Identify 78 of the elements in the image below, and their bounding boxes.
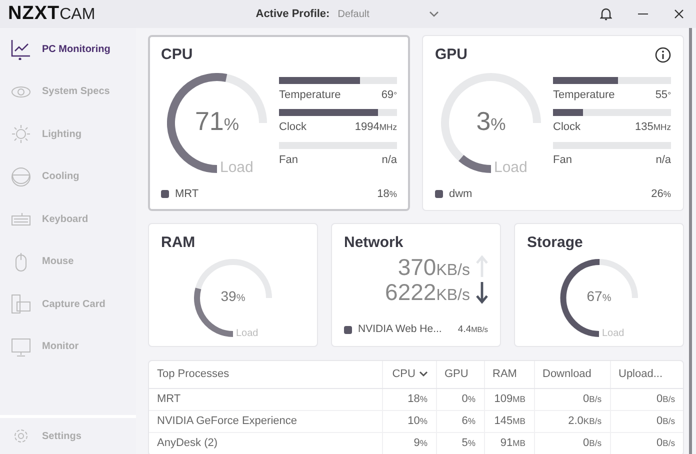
panel-card[interactable]: Storage 67% Load	[514, 223, 684, 347]
bell-icon[interactable]	[600, 7, 612, 21]
settings-icon	[13, 428, 29, 444]
metric-label: Clock	[553, 120, 581, 135]
table-cell: 0B/s	[534, 388, 610, 410]
card-title: RAM	[161, 233, 196, 253]
column-header[interactable]: Download	[534, 361, 610, 388]
table-cell: 109MB	[484, 388, 534, 410]
gauge-label: Load	[494, 159, 528, 177]
column-header[interactable]: CPU	[382, 361, 436, 388]
table-cell: 0B/s	[610, 432, 683, 454]
info-icon[interactable]	[655, 47, 671, 64]
card-title: Network	[344, 233, 404, 253]
metric-value: 135MHz	[635, 120, 671, 135]
table-cell: MRT	[149, 388, 382, 410]
logo: NZXTCAM	[8, 2, 96, 26]
close-icon[interactable]	[674, 9, 684, 19]
table-cell: AnyDesk (2)	[149, 432, 382, 454]
minimize-icon[interactable]	[638, 13, 648, 15]
column-header[interactable]: GPU	[436, 361, 484, 388]
card-title: Storage	[527, 233, 584, 253]
process-name: MRT	[175, 186, 199, 202]
gauge-value: 67%	[586, 288, 612, 306]
panel-card[interactable]: RAM 39% Load	[148, 223, 318, 347]
column-header[interactable]: Upload...	[610, 361, 683, 388]
process-value: 18%	[377, 186, 397, 202]
gauge-value: 71%	[194, 106, 240, 137]
table-cell: 0B/s	[610, 388, 683, 410]
gauge-label: Load	[220, 159, 254, 177]
process-name: NVIDIA Web He...	[358, 322, 442, 338]
column-header[interactable]: RAM	[484, 361, 534, 388]
circle-icon	[10, 166, 32, 188]
metric-value: 1994MHz	[354, 120, 397, 135]
column-header[interactable]: Top Processes	[149, 361, 382, 388]
profile-label: Active Profile:	[256, 6, 330, 22]
table-cell: 0%	[436, 388, 484, 410]
gauge-value: 3%	[475, 106, 507, 137]
table-cell: 2.0KB/s	[534, 410, 610, 432]
chart-icon	[10, 38, 32, 60]
scrollbar[interactable]	[689, 28, 692, 454]
table-cell: NVIDIA GeForce Experience	[149, 410, 382, 432]
processor-card[interactable]: CPU 71% Load Temperature 69° Clock 1994MHz Fan n/a MRT 18%	[148, 35, 410, 211]
metric-label: Fan	[279, 152, 298, 168]
metric-label: Temperature	[279, 88, 341, 102]
table-cell: 0B/s	[534, 432, 610, 454]
gauge-value: 39%	[220, 288, 246, 306]
table-cell: 9%	[382, 432, 436, 454]
processor-card[interactable]: GPU 3% Load Temperature 55° Clock 135MHz Fan n/a dwm 26%	[422, 35, 684, 211]
sort-caret-icon	[418, 371, 428, 378]
metric-value: n/a	[656, 152, 671, 168]
rate-value: 6222KB/s	[385, 280, 470, 306]
monitor-icon	[10, 336, 32, 358]
metric-label: Temperature	[553, 88, 615, 102]
table-cell: 5%	[436, 432, 484, 454]
chevron-icon	[429, 11, 440, 17]
card-title: CPU	[161, 45, 193, 65]
rate-value: 370KB/s	[398, 254, 470, 280]
table-cell: 10%	[382, 410, 436, 432]
profile-dropdown[interactable]: Default	[338, 6, 440, 22]
sun-icon	[10, 123, 32, 146]
card-title: GPU	[435, 45, 468, 65]
table-cell: 0B/s	[610, 410, 683, 432]
gauge-label: Load	[602, 328, 624, 340]
sidebar-item[interactable]: PC Monitoring	[0, 28, 136, 70]
process-value: 26%	[651, 186, 671, 202]
table-cell: 6%	[436, 410, 484, 432]
device-icon	[10, 293, 32, 316]
gauge-fill	[458, 154, 492, 172]
metric-value: 69°	[381, 88, 397, 102]
process-name: dwm	[449, 186, 472, 202]
gauge-label: Load	[236, 328, 258, 340]
metric-label: Clock	[279, 120, 307, 135]
table-cell: 18%	[382, 388, 436, 410]
metric-value: 55°	[655, 88, 671, 102]
table-cell: 145MB	[484, 410, 534, 432]
table-cell: 91MB	[484, 432, 534, 454]
metric-value: n/a	[382, 152, 397, 168]
metric-label: Fan	[553, 152, 572, 168]
